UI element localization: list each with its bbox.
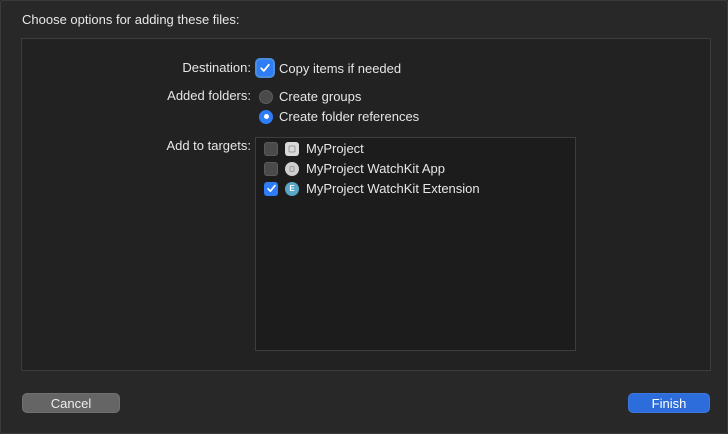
app-icon	[285, 141, 299, 156]
target-row-watchkit-extension[interactable]: E MyProject WatchKit Extension	[264, 181, 480, 196]
create-folder-references-radio[interactable]	[259, 109, 273, 124]
copy-items-checkbox-row[interactable]: Copy items if needed	[257, 60, 401, 76]
create-groups-radio[interactable]	[259, 89, 273, 104]
watchkit-app-icon	[285, 161, 299, 176]
target-name: MyProject	[306, 141, 364, 156]
app-glyph-icon	[288, 145, 296, 152]
target-name: MyProject WatchKit App	[306, 161, 445, 176]
finish-button[interactable]: Finish	[628, 393, 710, 413]
target-checkbox-myproject[interactable]	[264, 141, 278, 156]
create-groups-label: Create groups	[279, 89, 362, 104]
target-checkbox-watchkit-extension[interactable]	[264, 181, 278, 196]
checkmark-icon	[266, 184, 276, 192]
added-folders-label: Added folders:	[167, 88, 251, 103]
target-checkbox-watchkit-app[interactable]	[264, 161, 278, 176]
watch-glyph-icon	[289, 165, 295, 172]
radio-dot-icon	[263, 114, 269, 119]
create-folder-references-radio-row[interactable]: Create folder references	[259, 109, 419, 124]
cancel-button[interactable]: Cancel	[22, 393, 120, 413]
extension-icon: E	[285, 181, 299, 196]
dialog-title: Choose options for adding these files:	[22, 12, 240, 27]
add-to-targets-label: Add to targets:	[166, 138, 251, 153]
target-row-myproject[interactable]: MyProject	[264, 141, 364, 156]
checkmark-icon	[260, 63, 270, 72]
create-groups-radio-row[interactable]: Create groups	[259, 89, 361, 104]
targets-list[interactable]: MyProject MyProject WatchKit App E MyPro…	[255, 137, 576, 351]
copy-items-label: Copy items if needed	[279, 60, 402, 76]
destination-label: Destination:	[182, 60, 251, 75]
target-name: MyProject WatchKit Extension	[306, 181, 480, 196]
copy-items-checkbox[interactable]	[257, 60, 273, 76]
add-files-sheet: Choose options for adding these files: D…	[0, 0, 728, 434]
create-folder-references-label: Create folder references	[279, 109, 420, 124]
target-row-watchkit-app[interactable]: MyProject WatchKit App	[264, 161, 445, 176]
